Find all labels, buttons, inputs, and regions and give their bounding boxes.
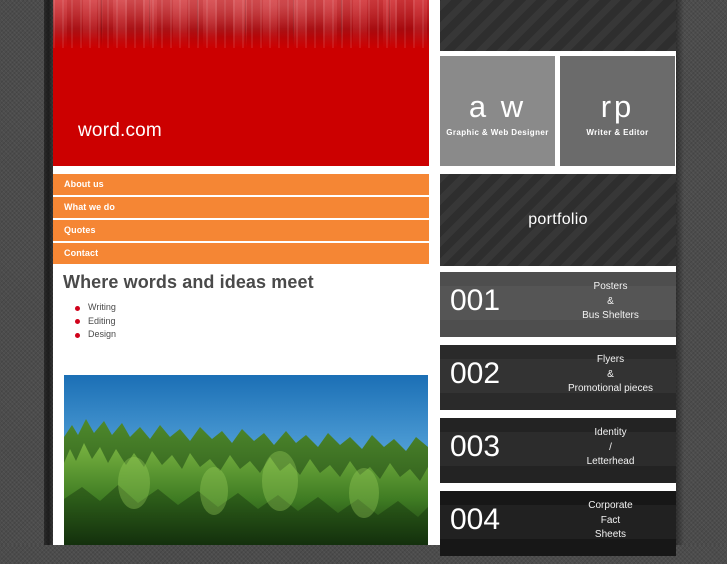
- portfolio-number: 002: [450, 357, 501, 390]
- right-edge-shadow: [676, 0, 684, 545]
- services-list: Writing Editing Design: [53, 301, 429, 342]
- portfolio-label: Identity / Letterhead: [586, 427, 635, 467]
- profile-card-rp[interactable]: rp Writer & Editor: [560, 56, 675, 166]
- portfolio-header: portfolio: [440, 174, 676, 266]
- nav-item-about-us[interactable]: About us: [53, 174, 429, 195]
- forest-photo: [64, 375, 428, 545]
- site-title: word.com: [78, 120, 162, 141]
- banner-texture: [53, 0, 429, 48]
- list-item: Design: [75, 328, 429, 342]
- list-item: Writing: [75, 301, 429, 315]
- portfolio-item-004[interactable]: 004 Corporate Fact Sheets: [440, 491, 676, 556]
- profile-initials: a w: [468, 89, 527, 124]
- profile-role: Graphic & Web Designer: [446, 128, 549, 137]
- nav-item-contact[interactable]: Contact: [53, 243, 429, 264]
- nav-item-quotes[interactable]: Quotes: [53, 220, 429, 241]
- left-edge-shadow: [44, 0, 53, 545]
- page-heading: Where words and ideas meet: [63, 272, 314, 292]
- portfolio-label: Flyers & Promotional pieces: [567, 354, 654, 394]
- main-navigation[interactable]: About us What we do Quotes Contact: [53, 174, 429, 266]
- profile-role: Writer & Editor: [586, 128, 649, 137]
- left-column: word.com About us What we do Quotes Cont…: [53, 0, 433, 545]
- portfolio-number: 003: [450, 430, 501, 463]
- portfolio-item-003[interactable]: 003 Identity / Letterhead: [440, 418, 676, 483]
- portfolio-item-002[interactable]: 002 Flyers & Promotional pieces: [440, 345, 676, 410]
- portfolio-label: Posters & Bus Shelters: [582, 281, 639, 321]
- portfolio-label: Corporate Fact Sheets: [588, 500, 633, 540]
- nav-item-what-we-do[interactable]: What we do: [53, 197, 429, 218]
- right-column: a w Graphic & Web Designer rp Writer & E…: [440, 0, 676, 556]
- list-item: Editing: [75, 315, 429, 329]
- portfolio-number: 001: [450, 284, 501, 317]
- main-content: Where words and ideas meet Writing Editi…: [53, 272, 429, 342]
- page-root: word.com About us What we do Quotes Cont…: [0, 0, 727, 556]
- portfolio-header-label: portfolio: [528, 211, 588, 228]
- portfolio-item-001[interactable]: 001 Posters & Bus Shelters: [440, 272, 676, 337]
- portfolio-number: 004: [450, 503, 501, 536]
- decorative-striped-panel: [440, 0, 676, 51]
- site-banner: word.com: [53, 0, 429, 166]
- portfolio-list: 001 Posters & Bus Shelters 002 Flyers & Prom…: [440, 272, 676, 564]
- profile-cards: a w Graphic & Web Designer rp Writer & E…: [440, 56, 676, 166]
- profile-initials: rp: [600, 89, 635, 124]
- page-canvas: word.com About us What we do Quotes Cont…: [53, 0, 676, 556]
- profile-card-aw[interactable]: a w Graphic & Web Designer: [440, 56, 555, 166]
